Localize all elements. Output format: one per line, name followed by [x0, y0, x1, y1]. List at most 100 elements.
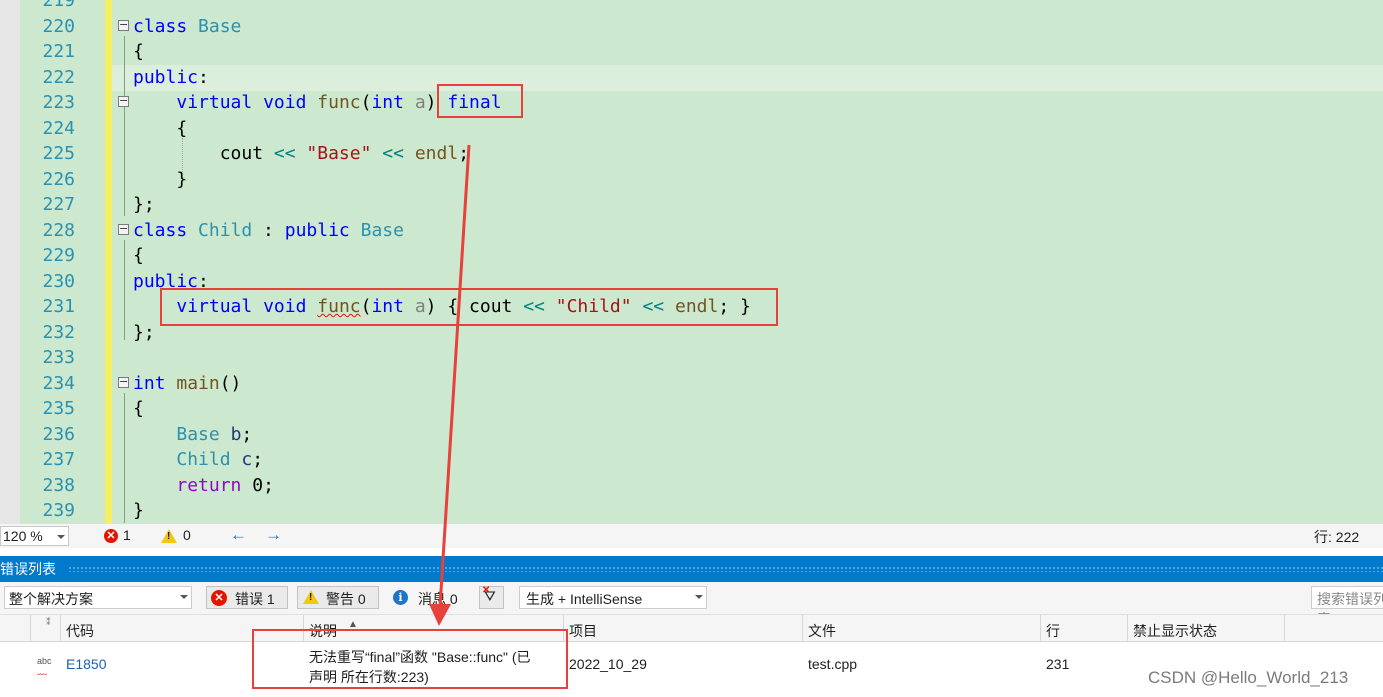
code-text[interactable]: public:	[133, 269, 209, 295]
column-options-icon[interactable]: ⁑	[46, 617, 51, 628]
code-line[interactable]: 220 class Base	[0, 14, 1383, 40]
fold-toggle-icon[interactable]: −	[118, 376, 129, 388]
code-line[interactable]: 239}	[0, 498, 1383, 524]
code-text[interactable]: };	[133, 192, 155, 218]
code-line[interactable]: 222 public:	[0, 65, 1383, 91]
error-count[interactable]: 1	[123, 527, 131, 543]
code-token: virtual	[176, 296, 253, 317]
line-number: 227	[42, 194, 75, 215]
column-header-description[interactable]: 说明	[309, 621, 337, 641]
column-separator[interactable]	[303, 615, 304, 642]
code-text[interactable]: class Child : public Base	[133, 218, 404, 244]
code-text[interactable]: int main()	[133, 371, 241, 397]
code-text[interactable]: };	[133, 320, 155, 346]
code-token: void	[263, 92, 307, 113]
code-line[interactable]: 221 {	[0, 39, 1383, 65]
messages-filter-button[interactable]: i 消息 0	[387, 586, 469, 609]
code-token: :	[198, 270, 209, 292]
filter-button[interactable]: ⛛ ✕	[479, 585, 504, 609]
column-header-code[interactable]: 代码	[66, 621, 94, 641]
column-separator[interactable]	[60, 615, 61, 642]
code-text[interactable]: virtual void func(int a) final	[133, 90, 502, 116]
error-search-input[interactable]: 搜索错误列表	[1311, 586, 1383, 627]
line-number: 237	[42, 449, 75, 470]
code-token: int	[133, 372, 166, 394]
code-text[interactable]: class Base	[133, 14, 241, 40]
warning-icon[interactable]: !	[161, 529, 177, 543]
code-line[interactable]: 231 virtual void func(int a) { cout << "…	[0, 294, 1383, 320]
code-line[interactable]: 238 return 0;	[0, 473, 1383, 499]
code-line[interactable]: 229 {	[0, 243, 1383, 269]
fold-toggle-icon[interactable]: −	[118, 223, 129, 235]
errors-filter-button[interactable]: ✕ 错误 1	[206, 586, 288, 609]
error-icon[interactable]: ✕	[104, 529, 118, 543]
arrow-left-icon[interactable]: ←	[230, 525, 247, 545]
code-text[interactable]: cout << "Base" << endl;	[133, 141, 469, 167]
code-text[interactable]: return 0;	[133, 473, 274, 499]
code-text[interactable]: }	[133, 167, 187, 193]
error-code[interactable]: E1850	[66, 656, 106, 672]
warning-count[interactable]: 0	[183, 527, 191, 543]
scope-dropdown[interactable]: 整个解决方案	[4, 586, 192, 609]
code-token: final	[447, 92, 502, 113]
code-line[interactable]: 227};	[0, 192, 1383, 218]
code-editor[interactable]: 219 220 class Base 221 {222 public: 223 virtua…	[0, 0, 1383, 524]
zoom-value: 120 %	[3, 528, 43, 544]
column-separator[interactable]	[563, 615, 564, 642]
code-line[interactable]: 233	[0, 345, 1383, 371]
column-header-line[interactable]: 行	[1046, 621, 1060, 641]
code-token: ; }	[718, 296, 751, 317]
code-line[interactable]: 234 int main()	[0, 371, 1383, 397]
error-icon: ✕	[211, 590, 227, 606]
column-separator[interactable]	[1284, 615, 1285, 642]
code-text[interactable]: }	[133, 498, 144, 524]
column-separator[interactable]	[1127, 615, 1128, 642]
code-text[interactable]: virtual void func(int a) { cout << "Chil…	[133, 294, 751, 320]
column-separator[interactable]	[1040, 615, 1041, 642]
code-line[interactable]: 226 }	[0, 167, 1383, 193]
column-separator[interactable]	[30, 615, 31, 642]
fold-toggle-icon[interactable]: −	[118, 19, 129, 31]
code-token: void	[263, 296, 307, 317]
fold-toggle-icon[interactable]: −	[118, 95, 129, 107]
code-line[interactable]: 223 virtual void func(int a) final	[0, 90, 1383, 116]
code-text[interactable]: {	[133, 243, 144, 269]
code-line[interactable]: 237 Child c;	[0, 447, 1383, 473]
code-text[interactable]: {	[133, 39, 144, 65]
code-token: endl	[674, 296, 719, 317]
code-line[interactable]: 230 public:	[0, 269, 1383, 295]
code-text[interactable]: public:	[133, 65, 209, 91]
error-list-title-bar[interactable]: 错误列表	[0, 556, 1383, 582]
column-header-suppression[interactable]: 禁止显示状态	[1133, 621, 1217, 641]
line-number: 221	[42, 41, 75, 62]
line-number: 230	[42, 270, 75, 292]
arrow-right-icon[interactable]: →	[265, 525, 282, 545]
code-text[interactable]: {	[133, 396, 144, 422]
error-table-header: ⁑ 代码 说明 ▲ 项目 文件 行 禁止显示状态	[0, 614, 1383, 642]
code-line[interactable]: 219	[0, 0, 1383, 14]
code-line[interactable]: 232};	[0, 320, 1383, 346]
code-line[interactable]: 236 Base b;	[0, 422, 1383, 448]
code-line[interactable]: 235 {	[0, 396, 1383, 422]
code-text[interactable]: Base b;	[133, 422, 252, 448]
code-token: Base	[176, 423, 220, 445]
errors-filter-label: 错误 1	[235, 591, 275, 607]
column-separator[interactable]	[802, 615, 803, 642]
code-token: )	[425, 92, 448, 113]
code-text[interactable]: {	[133, 116, 187, 142]
column-header-project[interactable]: 项目	[569, 621, 597, 641]
column-header-file[interactable]: 文件	[808, 621, 836, 641]
code-line[interactable]: 225 cout << "Base" << endl;	[0, 141, 1383, 167]
code-text[interactable]: Child c;	[133, 447, 263, 473]
build-source-dropdown[interactable]: 生成 + IntelliSense	[519, 586, 707, 609]
code-line[interactable]: 228 class Child : public Base	[0, 218, 1383, 244]
code-token: public	[133, 270, 199, 292]
code-line[interactable]: 224 {	[0, 116, 1383, 142]
zoom-dropdown[interactable]: 120 %	[0, 526, 69, 546]
warnings-filter-button[interactable]: ! 警告 0	[297, 586, 379, 609]
